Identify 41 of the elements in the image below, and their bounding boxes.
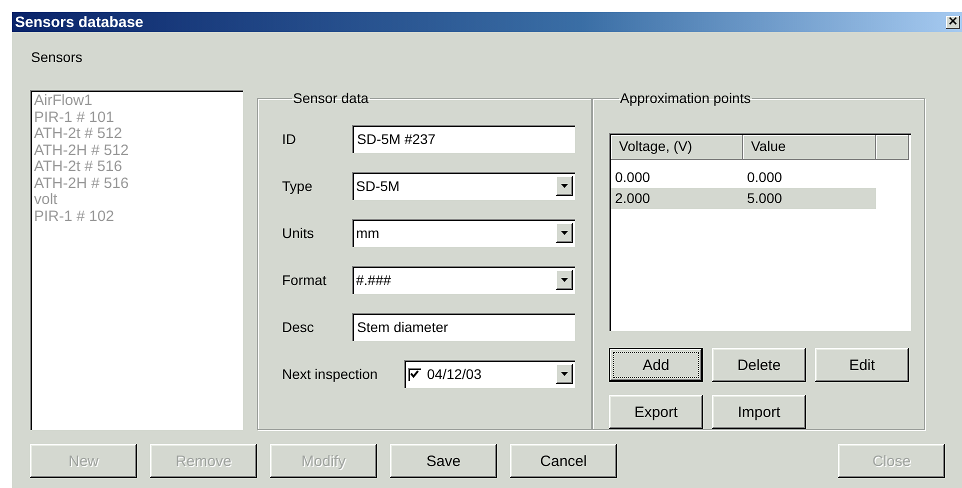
close-button[interactable]: × [946, 16, 960, 28]
field-label: ID [282, 131, 297, 147]
dropdown-button[interactable] [556, 176, 573, 196]
dropdown-button[interactable] [556, 270, 573, 290]
dropdown-field[interactable]: mm [352, 219, 575, 247]
field-label: Type [282, 178, 314, 194]
dialog-button[interactable]: Import [712, 395, 806, 429]
text-field[interactable]: SD-5M #237 [352, 125, 575, 153]
field-label: Desc [282, 319, 315, 335]
dropdown-arrow-icon [561, 278, 568, 282]
table-cell-text: 5.000 [746, 189, 784, 208]
table-cell-text: 0.000 [746, 168, 784, 187]
dialog-button[interactable]: Save [390, 444, 497, 478]
window-title: Sensors database [15, 14, 144, 30]
dropdown-button[interactable] [556, 223, 573, 243]
dropdown-field[interactable]: SD-5M [352, 172, 575, 200]
column-header[interactable]: Value [743, 135, 876, 160]
table-cell-text: 0.000 [614, 168, 652, 187]
text-field[interactable]: Stem diameter [352, 313, 575, 341]
dialog-button[interactable]: Add [609, 348, 703, 382]
dropdown-button[interactable] [556, 364, 573, 384]
field-label: Next inspection [282, 366, 379, 382]
column-header[interactable]: Voltage, (V) [611, 135, 743, 160]
group-title: Approximation points [619, 90, 752, 106]
table-row[interactable]: 2.000 5.000 [611, 188, 876, 209]
dropdown-field[interactable]: #.### [352, 266, 575, 294]
date-picker[interactable]: 04/12/03 [404, 360, 575, 388]
field-label: Format [282, 272, 328, 288]
field-label: Units [282, 225, 315, 241]
dialog-button[interactable]: Delete [712, 348, 806, 382]
table-cell-text: 2.000 [614, 189, 652, 208]
dialog-button[interactable]: Cancel [510, 444, 617, 478]
dialog-button[interactable]: Edit [815, 348, 909, 382]
table-row[interactable]: 0.000 0.000 [611, 167, 876, 188]
dialog-button[interactable]: Export [609, 395, 703, 429]
column-header [876, 135, 909, 160]
dropdown-arrow-icon [561, 184, 568, 188]
dropdown-arrow-icon [561, 372, 568, 376]
group-title: Sensor data [292, 90, 370, 106]
dropdown-arrow-icon [561, 231, 568, 235]
sensors-label: Sensors [31, 49, 82, 66]
